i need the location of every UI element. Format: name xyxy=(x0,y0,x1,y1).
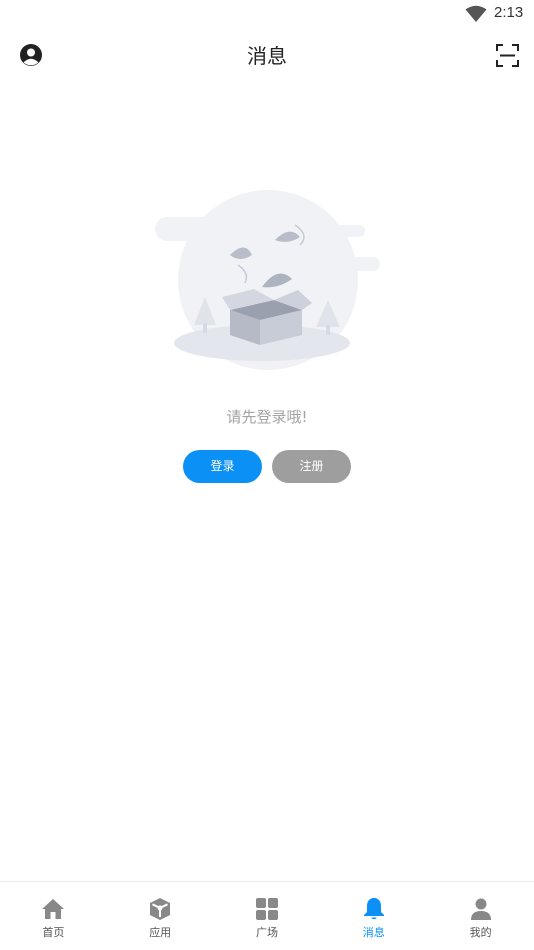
grid-icon xyxy=(255,898,278,920)
tab-label: 广场 xyxy=(255,926,278,939)
tab-label: 应用 xyxy=(149,926,172,939)
tab-home[interactable]: 首页 xyxy=(0,882,107,950)
tab-messages[interactable]: 消息 xyxy=(320,882,427,950)
tab-apps[interactable]: 应用 xyxy=(107,882,214,950)
tab-square[interactable]: 广场 xyxy=(214,882,321,950)
empty-box-illustration xyxy=(155,190,380,370)
cube-icon xyxy=(150,898,171,920)
status-bar: 2:13 xyxy=(0,0,534,28)
login-button[interactable]: 登录 xyxy=(183,450,262,483)
empty-state-message: 请先登录哦! xyxy=(226,408,308,426)
tab-label: 首页 xyxy=(42,926,65,939)
app-header: 消息 xyxy=(0,28,534,82)
status-time: 2:13 xyxy=(494,4,524,21)
wifi-icon xyxy=(465,5,487,22)
bottom-tab-bar: 首页 应用 广场 消息 我的 xyxy=(0,881,534,950)
tab-label: 消息 xyxy=(362,926,385,939)
tab-profile[interactable]: 我的 xyxy=(427,882,534,950)
home-icon xyxy=(42,899,65,919)
person-icon xyxy=(470,898,491,920)
tab-label: 我的 xyxy=(469,926,492,939)
register-button[interactable]: 注册 xyxy=(272,450,351,483)
scan-icon[interactable] xyxy=(496,44,519,67)
page-title: 消息 xyxy=(247,44,287,68)
bell-icon xyxy=(363,898,384,920)
